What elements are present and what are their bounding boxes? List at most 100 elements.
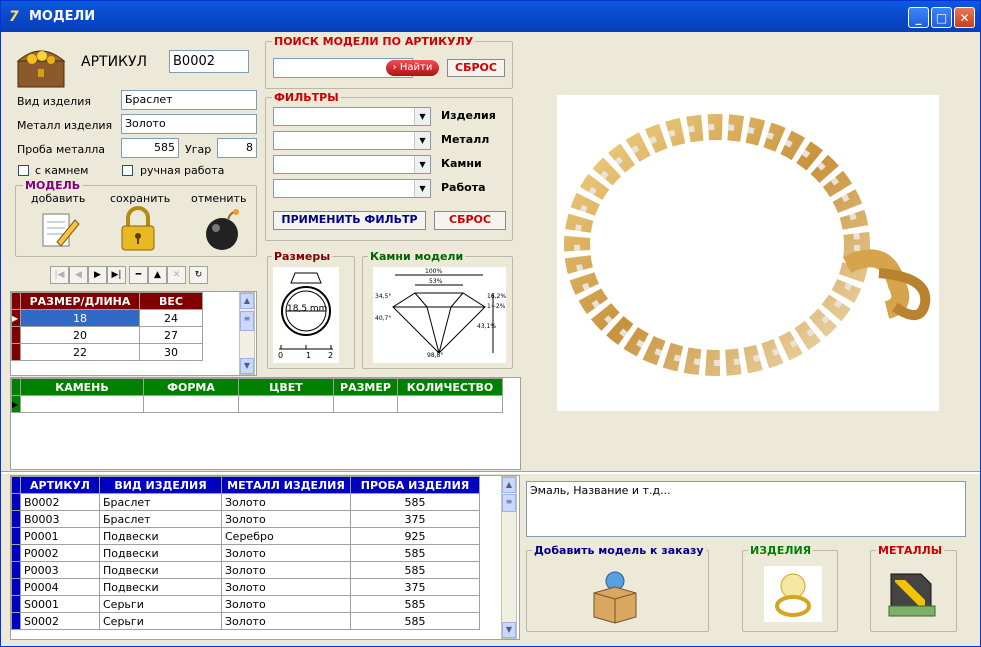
- weight-col-header[interactable]: ВЕС: [139, 292, 203, 310]
- metal-field[interactable]: Золото: [121, 114, 257, 134]
- find-button[interactable]: › Найти: [386, 60, 439, 76]
- nav-last-button[interactable]: ▶|: [107, 266, 126, 284]
- table-row[interactable]: ▶: [11, 395, 503, 413]
- stone-col-header[interactable]: КАМЕНЬ: [20, 378, 144, 396]
- color-cell[interactable]: [238, 395, 334, 413]
- product-type-cell[interactable]: Браслет: [99, 493, 222, 511]
- note-textarea[interactable]: Эмаль, Название и т.д...: [526, 481, 966, 537]
- nav-delete-button[interactable]: ━: [129, 266, 148, 284]
- metal-cell[interactable]: Золото: [221, 561, 351, 579]
- ring-icon[interactable]: [764, 566, 822, 622]
- size-cell[interactable]: 22: [20, 343, 140, 361]
- product-type-cell[interactable]: Подвески: [99, 544, 222, 562]
- scroll-up-arrow-icon[interactable]: ▲: [502, 477, 516, 493]
- weight-cell[interactable]: 30: [139, 343, 203, 361]
- quantity-col-header[interactable]: КОЛИЧЕСТВО: [397, 378, 503, 396]
- proba-cell[interactable]: 925: [350, 527, 480, 545]
- proba-cell[interactable]: 585: [350, 544, 480, 562]
- proba-cell[interactable]: 585: [350, 561, 480, 579]
- product-type-cell[interactable]: Подвески: [99, 561, 222, 579]
- artikul-cell[interactable]: S0001: [20, 595, 100, 613]
- proba-col-header[interactable]: ПРОБА ИЗДЕЛИЯ: [350, 476, 480, 494]
- bomb-icon[interactable]: [198, 206, 244, 252]
- scroll-up-arrow-icon[interactable]: ▲: [240, 293, 254, 309]
- metal-cell[interactable]: Серебро: [221, 527, 351, 545]
- proba-cell[interactable]: 585: [350, 493, 480, 511]
- apply-filter-button[interactable]: ПРИМЕНИТЬ ФИЛЬТР: [273, 211, 426, 230]
- title-bar[interactable]: 7 МОДЕЛИ _ □ ✕: [1, 1, 980, 32]
- metal-cell[interactable]: Золото: [221, 493, 351, 511]
- artikul-col-header[interactable]: АРТИКУЛ: [20, 476, 100, 494]
- nav-refresh-button[interactable]: ↻: [189, 266, 208, 284]
- close-button[interactable]: ✕: [954, 7, 975, 28]
- table-row[interactable]: 22 30: [11, 343, 203, 361]
- proba-cell[interactable]: 375: [350, 578, 480, 596]
- metal-filter-select[interactable]: ▼: [273, 131, 431, 150]
- proba-cell[interactable]: 585: [350, 612, 480, 630]
- table-row[interactable]: P0001 Подвески Серебро 925: [11, 527, 480, 545]
- size-cell[interactable]: 20: [20, 326, 140, 344]
- table-row[interactable]: ▶ 18 24: [11, 309, 203, 327]
- nav-first-button[interactable]: |◀: [50, 266, 69, 284]
- product-type-cell[interactable]: Серьги: [99, 595, 222, 613]
- scroll-down-arrow-icon[interactable]: ▼: [240, 358, 254, 374]
- size-col-header[interactable]: РАЗМЕР: [333, 378, 398, 396]
- artikul-field[interactable]: B0002: [169, 50, 249, 73]
- product-filter-select[interactable]: ▼: [273, 107, 431, 126]
- chevron-down-icon[interactable]: ▼: [414, 132, 430, 149]
- proba-cell[interactable]: 375: [350, 510, 480, 528]
- product-type-cell[interactable]: Подвески: [99, 527, 222, 545]
- proba-cell[interactable]: 585: [350, 595, 480, 613]
- metal-cell[interactable]: Золото: [221, 510, 351, 528]
- table-row[interactable]: P0004 Подвески Золото 375: [11, 578, 480, 596]
- scroll-thumb[interactable]: ≡: [502, 494, 516, 512]
- metal-cell[interactable]: Золото: [221, 595, 351, 613]
- stone-checkbox[interactable]: [18, 165, 29, 176]
- nav-edit-button[interactable]: ▲: [148, 266, 167, 284]
- scroll-thumb[interactable]: ≡: [240, 311, 254, 331]
- notepad-pencil-icon[interactable]: [37, 208, 81, 252]
- table-row[interactable]: B0002 Браслет Золото 585: [11, 493, 480, 511]
- metal-cell[interactable]: Золото: [221, 544, 351, 562]
- safe-money-icon[interactable]: [881, 566, 941, 622]
- artikul-cell[interactable]: S0002: [20, 612, 100, 630]
- padlock-icon[interactable]: [116, 206, 160, 252]
- sizes-scrollbar[interactable]: ▲ ≡ ▼: [239, 292, 255, 375]
- table-row[interactable]: B0003 Браслет Золото 375: [11, 510, 480, 528]
- nav-cancel-button[interactable]: ✕: [167, 266, 186, 284]
- table-row[interactable]: P0003 Подвески Золото 585: [11, 561, 480, 579]
- artikul-cell[interactable]: B0002: [20, 493, 100, 511]
- artikul-cell[interactable]: B0003: [20, 510, 100, 528]
- product-type-cell[interactable]: Серьги: [99, 612, 222, 630]
- table-row[interactable]: 20 27: [11, 326, 203, 344]
- scroll-down-arrow-icon[interactable]: ▼: [502, 622, 516, 638]
- filter-reset-button[interactable]: СБРОС: [434, 211, 506, 230]
- metal-cell[interactable]: Золото: [221, 612, 351, 630]
- models-scrollbar[interactable]: ▲ ≡ ▼: [501, 476, 517, 639]
- weight-cell[interactable]: 24: [139, 309, 203, 327]
- handwork-checkbox[interactable]: [122, 165, 133, 176]
- size-cell[interactable]: 18: [20, 309, 140, 327]
- stone-cell[interactable]: [20, 395, 144, 413]
- maximize-button[interactable]: □: [931, 7, 952, 28]
- color-col-header[interactable]: ЦВЕТ: [238, 378, 334, 396]
- table-row[interactable]: S0002 Серьги Золото 585: [11, 612, 480, 630]
- weight-cell[interactable]: 27: [139, 326, 203, 344]
- chevron-down-icon[interactable]: ▼: [414, 156, 430, 173]
- nav-next-button[interactable]: ▶: [88, 266, 107, 284]
- artikul-cell[interactable]: P0002: [20, 544, 100, 562]
- artikul-cell[interactable]: P0003: [20, 561, 100, 579]
- table-row[interactable]: P0002 Подвески Золото 585: [11, 544, 480, 562]
- shape-col-header[interactable]: ФОРМА: [143, 378, 239, 396]
- metal-cell[interactable]: Золото: [221, 578, 351, 596]
- add-to-order-box-icon[interactable]: [586, 569, 644, 625]
- table-row[interactable]: S0001 Серьги Золото 585: [11, 595, 480, 613]
- chevron-down-icon[interactable]: ▼: [414, 180, 430, 197]
- ugar-field[interactable]: 8: [217, 138, 257, 158]
- product-type-col-header[interactable]: ВИД ИЗДЕЛИЯ: [99, 476, 222, 494]
- stones-filter-select[interactable]: ▼: [273, 155, 431, 174]
- product-type-cell[interactable]: Подвески: [99, 578, 222, 596]
- work-filter-select[interactable]: ▼: [273, 179, 431, 198]
- artikul-cell[interactable]: P0001: [20, 527, 100, 545]
- sizes-col-header[interactable]: РАЗМЕР/ДЛИНА: [20, 292, 140, 310]
